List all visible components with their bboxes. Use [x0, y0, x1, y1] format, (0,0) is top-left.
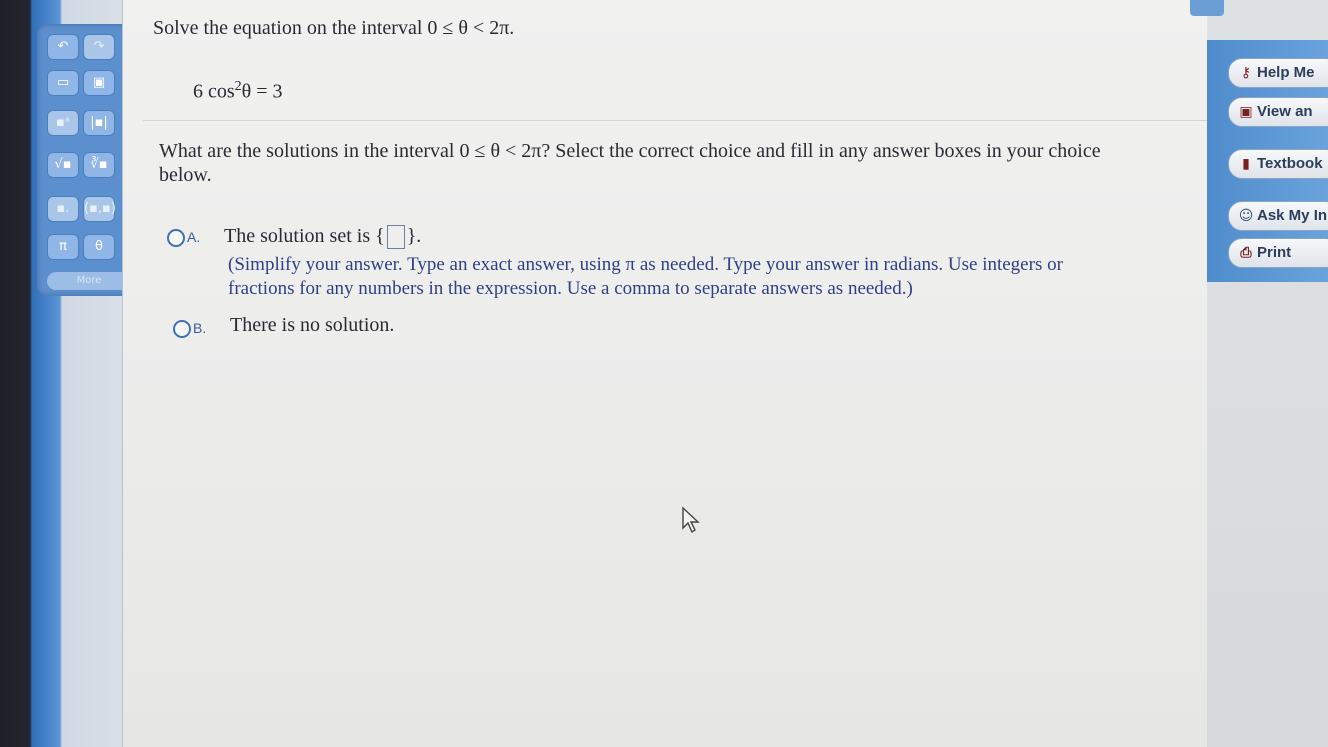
textbook-label: Textbook — [1257, 155, 1323, 172]
choice-a-hint-line-1: (Simplify your answer. Type an exact ans… — [228, 254, 1063, 275]
choice-a-radio[interactable] — [167, 229, 185, 247]
redo-button[interactable]: ↷ — [83, 34, 115, 60]
question-prompt: Solve the equation on the interval 0 ≤ θ… — [153, 17, 515, 39]
top-tab-icon[interactable] — [1190, 0, 1224, 16]
choice-a-hint-line-2: fractions for any numbers in the express… — [228, 278, 913, 299]
ask-my-instructor-label: Ask My In — [1257, 207, 1328, 224]
divider — [143, 120, 1223, 121]
fraction-button[interactable]: ▭ — [47, 70, 79, 96]
view-an-label: View an — [1257, 103, 1313, 120]
theta-button[interactable]: θ — [83, 234, 115, 260]
equation-left: 6 cos — [193, 80, 235, 103]
equation-right: θ = 3 — [241, 80, 283, 103]
choice-b-text: There is no solution. — [230, 314, 395, 336]
exponent-button[interactable]: ▪ᵃ — [47, 110, 79, 136]
example-icon: ▣ — [1239, 104, 1253, 120]
decimal-button[interactable]: ▪. — [47, 196, 79, 222]
choice-a-letter: A. — [187, 229, 201, 245]
view-example-button[interactable]: ▣ View an — [1228, 97, 1328, 127]
print-label: Print — [1257, 244, 1292, 261]
help-me-label: Help Me — [1257, 64, 1315, 81]
screen: ↶ ↷ ▭ ▣ ▪ᵃ |▪| √▪ ∛▪ ▪. (▪,▪) π θ More S… — [0, 0, 1328, 747]
question-panel: Solve the equation on the interval 0 ≤ θ… — [122, 0, 1229, 747]
more-button[interactable]: More — [47, 272, 131, 290]
instruction-line-1: What are the solutions in the interval 0… — [159, 140, 1101, 162]
choice-a-text-before: The solution set is { — [224, 225, 385, 247]
choice-b-letter: B. — [193, 320, 207, 336]
square-root-button[interactable]: √▪ — [47, 152, 79, 178]
print-button[interactable]: ⎙ Print — [1228, 238, 1328, 268]
textbook-button[interactable]: ▮ Textbook — [1228, 149, 1328, 179]
equation-exponent: 2 — [234, 79, 242, 94]
mixed-number-button[interactable]: ▣ — [83, 70, 115, 96]
equation: 6 cos2θ = 3 — [193, 79, 283, 104]
person-icon: ☺ — [1238, 208, 1254, 224]
choice-a-text: The solution set is {}. — [224, 225, 422, 250]
ordered-pair-button[interactable]: (▪,▪) — [83, 196, 116, 222]
book-icon: ▮ — [1242, 156, 1250, 172]
key-icon: ⚷ — [1240, 65, 1252, 81]
mouse-cursor-icon — [682, 506, 700, 534]
help-me-button[interactable]: ⚷ Help Me — [1228, 58, 1328, 88]
printer-icon: ⎙ — [1240, 245, 1252, 261]
answer-input-box[interactable] — [386, 225, 405, 250]
absolute-value-button[interactable]: |▪| — [83, 110, 115, 136]
instruction-line-2: below. — [159, 164, 212, 186]
undo-button[interactable]: ↶ — [47, 34, 79, 60]
pi-button[interactable]: π — [47, 234, 79, 260]
nth-root-button[interactable]: ∛▪ — [83, 152, 115, 178]
choice-a-text-after: }. — [406, 225, 422, 247]
ask-instructor-button[interactable]: ☺ Ask My In — [1228, 201, 1328, 231]
choice-b-radio[interactable] — [173, 320, 191, 338]
